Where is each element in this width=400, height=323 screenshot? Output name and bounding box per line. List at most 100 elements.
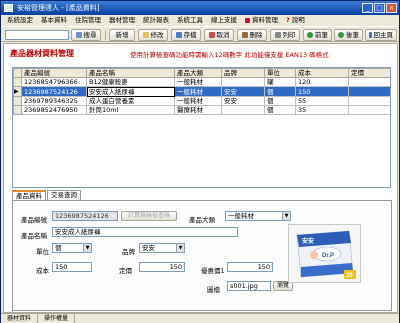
grid-cell[interactable]: B12健康殺麥 <box>86 77 175 87</box>
chevron-down-icon[interactable]: ▼ <box>176 244 184 252</box>
menu-help[interactable]: ? 說明 <box>282 15 309 26</box>
grid-cell[interactable]: 針筒10ml <box>86 105 175 115</box>
table-row-selected[interactable]: ▶ 1236987524126 安安成人紙尿褲 一般耗材 安安 個 150 <box>13 86 390 97</box>
data-icon <box>245 18 250 23</box>
price-field[interactable]: 150 <box>139 262 185 272</box>
grid-cell[interactable]: 35 <box>295 105 349 115</box>
cost-field[interactable]: 150 <box>52 262 92 272</box>
minimize-button[interactable]: _ <box>362 3 373 13</box>
row-indicator[interactable] <box>13 105 22 115</box>
grid-cell[interactable] <box>221 105 265 115</box>
product-code-field[interactable]: 1236987524126 <box>52 211 118 221</box>
grid-cell[interactable] <box>348 86 390 97</box>
ean13-note: 使用計算檢查碼功能時需輸入12碼數字 此功能僅支援 EAN13 碼格式 <box>130 51 329 59</box>
previous-button[interactable]: 前筆 <box>303 29 332 41</box>
menu-reports[interactable]: 統計報表 <box>139 15 173 26</box>
close-button[interactable]: × <box>386 3 397 13</box>
tab-transaction-query[interactable]: 交易查詢 <box>47 190 81 200</box>
status-bar: 器材資料 操作權量 <box>1 313 399 323</box>
grid-cell[interactable]: 罐 <box>264 77 296 87</box>
save-button[interactable]: 存檔 <box>171 29 201 41</box>
column-header[interactable]: 產品編號 <box>21 68 87 78</box>
grid-cell[interactable]: 成人蛋白營養素 <box>86 96 175 106</box>
grid-cell[interactable]: 一般耗材 <box>174 77 222 87</box>
grid-cell[interactable]: 個 <box>264 86 296 97</box>
grid-cell[interactable] <box>348 96 390 106</box>
grid-cell[interactable]: 個 <box>264 105 296 115</box>
menu-online-support[interactable]: 線上支援 <box>207 15 241 26</box>
row-indicator[interactable]: ▶ <box>13 86 22 97</box>
table-row[interactable]: 2369789346325 成人蛋白營養素 一般耗材 安安 個 55 <box>13 96 390 106</box>
grid-cell[interactable] <box>348 77 390 87</box>
column-header[interactable]: 產品大類 <box>174 68 222 78</box>
search-input[interactable] <box>5 30 69 40</box>
toolbar-divider <box>105 30 106 40</box>
print-button[interactable]: 列印 <box>270 29 300 41</box>
tab-product-info[interactable]: 產品資料 <box>12 190 46 200</box>
grid-cell[interactable]: 150 <box>295 86 349 97</box>
promo-price-field[interactable]: 150 <box>227 262 273 272</box>
maximize-button[interactable]: □ <box>374 3 385 13</box>
grid-cell[interactable]: 安安 <box>221 96 265 106</box>
grid-cell[interactable]: 120 <box>295 77 349 87</box>
unit-label: 單位 <box>36 248 49 256</box>
grid-cell[interactable]: 一般耗材 <box>174 96 222 106</box>
menu-inpatient[interactable]: 住院管理 <box>71 15 105 26</box>
delete-button[interactable]: 刪除 <box>237 29 267 41</box>
product-grid: 產品編號 產品名稱 產品大類 品牌 單位 成本 定價 1236854796366… <box>12 67 391 188</box>
column-header[interactable]: 成本 <box>295 68 349 78</box>
table-row[interactable]: 2369852476950 針筒10ml 醫療耗材 個 35 <box>13 105 390 115</box>
menu-equipment[interactable]: 器材管理 <box>105 15 139 26</box>
unit-select[interactable]: 個 ▼ <box>52 243 92 253</box>
product-name-label: 產品名稱 <box>21 232 47 240</box>
cancel-button[interactable]: 取消 <box>204 29 234 41</box>
grid-cell[interactable]: 2369852476950 <box>21 105 87 115</box>
grid-cell[interactable] <box>221 77 265 87</box>
window-title: 安裕管理達人 - [產品資料] <box>17 4 100 12</box>
grid-cell[interactable]: 1236987524126 <box>21 86 87 97</box>
table-row[interactable]: 1236854796366 B12健康殺麥 一般耗材 罐 120 <box>13 77 390 87</box>
save-button-label: 存檔 <box>183 31 197 39</box>
next-button[interactable]: 後筆 <box>334 29 363 41</box>
menu-data-management[interactable]: 資料管理 <box>241 15 282 26</box>
category-select[interactable]: 一般耗材 ▼ <box>225 211 291 221</box>
toolbar: 搜尋 新增 修改 存檔 取消 刪除 列印 前筆 後筆 回主頁 <box>1 26 399 42</box>
grid-cell[interactable]: 一般耗材 <box>174 86 222 97</box>
column-header[interactable]: 品牌 <box>221 68 265 78</box>
grid-cell[interactable]: 個 <box>264 96 296 106</box>
package-brand: 安安 <box>302 237 314 245</box>
new-button-label: 新增 <box>115 31 129 39</box>
image-file-field[interactable]: s001.jpg <box>227 281 271 291</box>
grid-cell[interactable]: 安安 <box>221 86 265 97</box>
brand-select[interactable]: 安安 ▼ <box>139 243 185 253</box>
chevron-down-icon[interactable]: ▼ <box>282 212 290 220</box>
menu-basic-data[interactable]: 基本資料 <box>37 15 71 26</box>
grid-cell-editing[interactable]: 安安成人紙尿褲 <box>86 86 175 97</box>
menu-system-settings[interactable]: 系統設定 <box>3 15 37 26</box>
grid-header-row: 產品編號 產品名稱 產品大類 品牌 單位 成本 定價 <box>13 68 390 78</box>
chevron-down-icon[interactable]: ▼ <box>83 244 91 252</box>
package-count: 20 <box>346 273 353 279</box>
column-header[interactable]: 單位 <box>264 68 296 78</box>
grid-cell[interactable]: 1236854796366 <box>21 77 87 87</box>
new-button[interactable]: 新增 <box>109 29 135 41</box>
grid-cell[interactable]: 55 <box>295 96 349 106</box>
grid-cell[interactable]: 2369789346325 <box>21 96 87 106</box>
search-button[interactable]: 搜尋 <box>71 29 101 41</box>
product-name-field[interactable]: 安安成人紙尿褲 <box>52 227 238 237</box>
check-digit-button[interactable]: 計算條碼檢查碼 <box>121 211 177 221</box>
product-code-label: 產品編號 <box>21 216 47 224</box>
row-indicator[interactable] <box>13 77 22 87</box>
row-indicator[interactable] <box>13 96 22 106</box>
edit-button[interactable]: 修改 <box>138 29 168 41</box>
column-header[interactable]: 定價 <box>348 68 390 78</box>
print-button-label: 列印 <box>282 31 296 39</box>
home-button[interactable]: 回主頁 <box>365 29 397 41</box>
grid-cell[interactable]: 醫療耗材 <box>174 105 222 115</box>
grid-cell[interactable] <box>348 105 390 115</box>
column-header[interactable]: 產品名稱 <box>86 68 175 78</box>
brand-value: 安安 <box>142 244 155 252</box>
title-bar: 安裕管理達人 - [產品資料] _ □ × <box>1 1 399 15</box>
menu-tools[interactable]: 系統工具 <box>173 15 207 26</box>
cancel-button-label: 取消 <box>216 31 230 39</box>
